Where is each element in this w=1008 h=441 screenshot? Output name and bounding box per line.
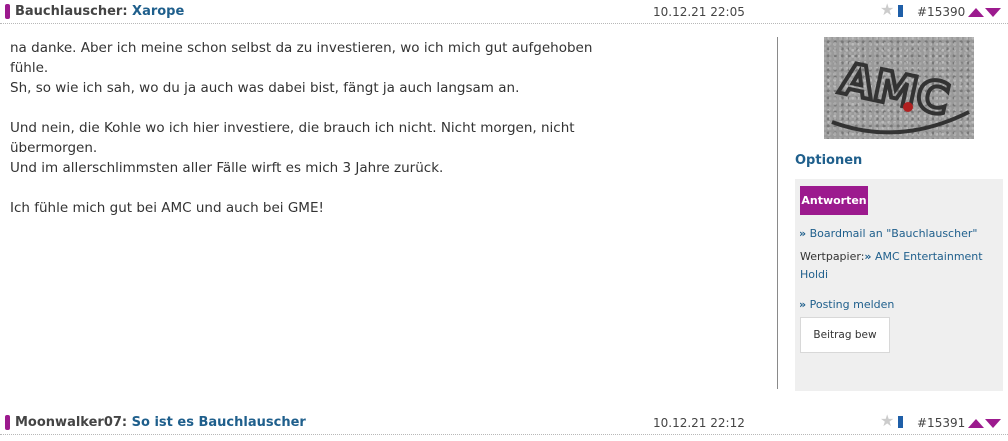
- image-red-dot: [903, 102, 913, 112]
- report-posting-link[interactable]: » Posting melden: [799, 298, 894, 311]
- post-accent-bar: [5, 4, 10, 19]
- post-body-line: [10, 178, 600, 198]
- reply-button[interactable]: Antworten: [800, 186, 868, 215]
- post-date: 10.12.21 22:12: [653, 416, 745, 430]
- report-posting-label[interactable]: Posting melden: [810, 298, 895, 311]
- post-body-line: übermorgen.: [10, 140, 98, 156]
- post-body-line: Und im allerschlimmsten aller Fälle wirf…: [10, 160, 444, 176]
- vertical-divider: [777, 37, 778, 389]
- star-icon[interactable]: ★: [880, 1, 894, 19]
- post-body-line: Und nein, die Kohle wo ich hier investie…: [10, 120, 575, 136]
- post-date: 10.12.21 22:05: [653, 5, 745, 19]
- post-body: na danke. Aber ich meine schon selbst da…: [10, 38, 600, 218]
- chevron-right-icon: »: [799, 298, 807, 311]
- author-separator: :: [122, 4, 128, 19]
- star-icon[interactable]: ★: [880, 412, 894, 430]
- bookmark-flag-icon[interactable]: [898, 416, 903, 428]
- wertpapier-label: Wertpapier:: [800, 250, 865, 263]
- wertpapier-row: Wertpapier:» AMC Entertainment Holdi: [800, 248, 1000, 284]
- chevron-right-icon: »: [799, 227, 807, 240]
- post-author-line: Bauchlauscher: Xarope: [15, 4, 184, 19]
- arrow-down-icon[interactable]: [985, 419, 1001, 428]
- options-panel: Antworten » Boardmail an "Bauchlauscher"…: [795, 179, 1003, 391]
- boardmail-link-label[interactable]: Boardmail an "Bauchlauscher": [810, 227, 978, 240]
- boardmail-link[interactable]: » Boardmail an "Bauchlauscher": [799, 227, 977, 240]
- post-author[interactable]: Bauchlauscher: [15, 4, 122, 19]
- amc-sand-picture: AMC: [831, 51, 970, 135]
- post-subject[interactable]: So ist es Bauchlauscher: [132, 415, 306, 430]
- post-author[interactable]: Moonwalker07: [15, 415, 122, 430]
- bookmark-flag-icon[interactable]: [898, 5, 903, 17]
- options-title: Optionen: [795, 153, 863, 168]
- post-number[interactable]: #15390: [917, 5, 965, 19]
- post-body-line: [10, 98, 600, 118]
- arrow-up-icon[interactable]: [968, 419, 984, 428]
- avatar-image[interactable]: AMC: [824, 37, 974, 139]
- author-separator: :: [121, 415, 128, 430]
- arrow-down-icon[interactable]: [985, 8, 1001, 17]
- post-header: Moonwalker07: So ist es Bauchlauscher 10…: [0, 411, 1008, 435]
- post-accent-bar: [5, 415, 10, 430]
- post-subject[interactable]: Xarope: [132, 4, 184, 19]
- rate-post-button[interactable]: Beitrag bew: [800, 317, 890, 353]
- image-lettering: AMC: [835, 53, 953, 126]
- post-header: Bauchlauscher: Xarope 10.12.21 22:05 ★ #…: [0, 0, 1008, 24]
- chevron-right-icon: »: [864, 250, 872, 263]
- post-body-line: fühle.: [10, 60, 49, 76]
- post-body-line: na danke. Aber ich meine schon selbst da…: [10, 40, 593, 56]
- post-author-line: Moonwalker07: So ist es Bauchlauscher: [15, 415, 306, 430]
- post-body-line: Sh, so wie ich sah, wo du ja auch was da…: [10, 80, 520, 96]
- post-body-line: Ich fühle mich gut bei AMC und auch bei …: [10, 200, 324, 216]
- post-number[interactable]: #15391: [917, 416, 965, 430]
- arrow-up-icon[interactable]: [968, 8, 984, 17]
